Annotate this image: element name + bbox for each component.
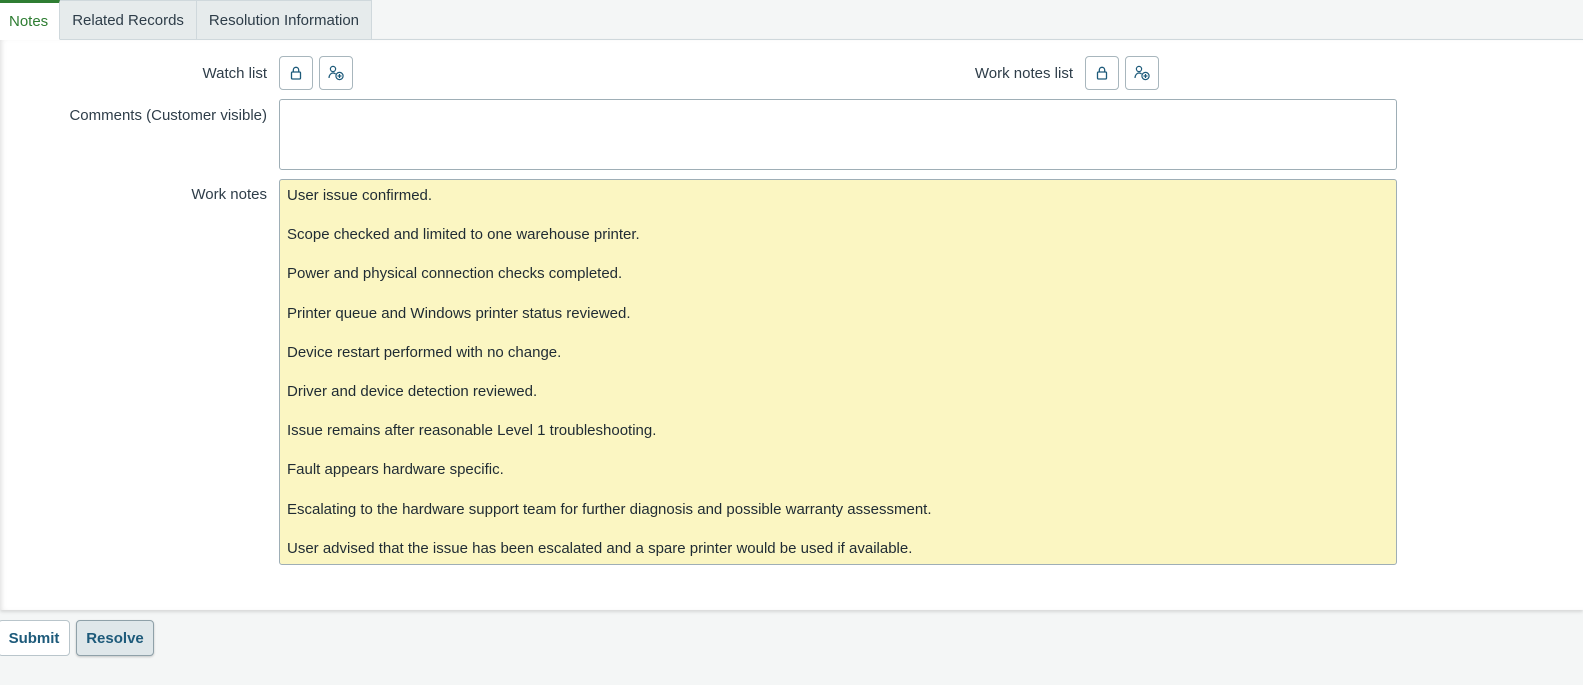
work-note-line: Scope checked and limited to one warehou… bbox=[287, 226, 640, 244]
tab-notes[interactable]: Notes bbox=[0, 0, 61, 40]
work-notes-label: Work notes bbox=[191, 186, 267, 203]
notes-panel: Watch list Work notes list Comments (Cus… bbox=[0, 39, 1583, 610]
lock-icon bbox=[288, 65, 304, 81]
form-tabs: Notes Related Records Resolution Informa… bbox=[0, 0, 373, 40]
work-note-line: User issue confirmed. bbox=[287, 187, 433, 204]
comments-field[interactable] bbox=[279, 99, 1397, 170]
work-note-line: Issue remains after reasonable Level 1 t… bbox=[287, 422, 657, 440]
work-note-line: User advised that the issue has been esc… bbox=[287, 539, 913, 557]
submit-button[interactable]: Submit bbox=[0, 620, 70, 656]
work-note-line: Driver and device detection reviewed. bbox=[287, 382, 538, 400]
work-note-line: Escalating to the hardware support team … bbox=[287, 500, 932, 518]
work-note-line: Fault appears hardware specific. bbox=[287, 461, 504, 479]
incident-form: Watch list Work notes list Comments (Cus… bbox=[0, 0, 1583, 685]
tab-related-records[interactable]: Related Records bbox=[60, 0, 197, 40]
work-notes-list-label: Work notes list bbox=[974, 65, 1073, 82]
work-note-line: Power and physical connection checks com… bbox=[287, 265, 623, 283]
comments-label: Comments (Customer visible) bbox=[69, 107, 267, 124]
work-note-line: Device restart performed with no change. bbox=[287, 343, 562, 361]
lock-icon bbox=[1094, 65, 1110, 81]
add-user-icon bbox=[327, 64, 345, 82]
add-user-icon bbox=[1133, 64, 1151, 82]
watch-list-label: Watch list bbox=[202, 65, 267, 82]
work-notes-field[interactable]: User issue confirmed. Scope checked and … bbox=[279, 179, 1397, 565]
tab-resolution-information[interactable]: Resolution Information bbox=[196, 0, 373, 40]
resolve-button[interactable]: Resolve bbox=[76, 620, 154, 656]
work-notes-list-lock-button[interactable] bbox=[1085, 56, 1119, 90]
watch-list-lock-button[interactable] bbox=[279, 56, 313, 90]
work-note-line: Printer queue and Windows printer status… bbox=[287, 304, 631, 322]
work-notes-list-add-user-button[interactable] bbox=[1125, 56, 1159, 90]
watch-list-add-user-button[interactable] bbox=[319, 56, 353, 90]
